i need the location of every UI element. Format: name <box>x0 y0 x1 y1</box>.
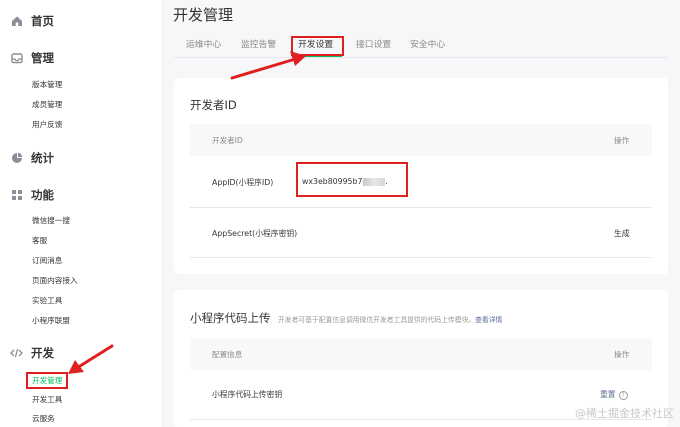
tab-security[interactable]: 安全中心 <box>410 37 445 53</box>
sidebar-item-service[interactable]: 客服 <box>32 236 47 246</box>
code-icon <box>10 347 23 360</box>
home-icon <box>10 15 23 28</box>
table-row-appid: AppID(小程序ID) wx3eb80995b7. <box>190 156 652 208</box>
sidebar-item-feedback[interactable]: 用户反馈 <box>32 120 62 130</box>
reset-key-action[interactable]: 重置? <box>600 389 628 400</box>
tab-monitor[interactable]: 监控告警 <box>241 37 276 53</box>
code-upload-desc: 开发者可基于配置信息调用微信开发者工具提供的代码上传模块。查看详情 <box>278 314 502 324</box>
reset-key-link[interactable]: 重置 <box>600 390 616 399</box>
sidebar-item-experiment[interactable]: 实验工具 <box>32 296 62 306</box>
developer-id-table-header: 开发者ID 操作 <box>190 124 652 156</box>
tab-ops[interactable]: 运维中心 <box>186 37 221 53</box>
code-upload-desc-text: 开发者可基于配置信息调用微信开发者工具提供的代码上传模块。 <box>278 316 476 324</box>
nav-stats[interactable]: 统计 <box>10 148 54 168</box>
nav-manage-label: 管理 <box>31 51 54 65</box>
nav-features[interactable]: 功能 <box>10 185 54 205</box>
nav-manage[interactable]: 管理 <box>10 48 54 68</box>
nav-features-label: 功能 <box>31 188 54 202</box>
watermark: @稀土掘金技术社区 <box>575 407 674 420</box>
upload-table-header: 配置信息 操作 <box>190 338 652 370</box>
nav-home-label: 首页 <box>31 14 54 28</box>
view-details-link[interactable]: 查看详情 <box>475 316 502 324</box>
sidebar: 首页 管理 版本管理 成员管理 用户反馈 统计 功能 微信搜一搜 客服 订阅消息… <box>0 0 163 427</box>
generate-secret-link[interactable]: 生成 <box>614 228 630 239</box>
tab-bar: 运维中心 监控告警 开发设置 接口设置 安全中心 <box>174 37 668 58</box>
sidebar-item-search[interactable]: 微信搜一搜 <box>32 216 70 226</box>
help-icon[interactable]: ? <box>618 390 628 400</box>
nav-dev[interactable]: 开发 <box>10 343 54 363</box>
tab-api-settings[interactable]: 接口设置 <box>356 37 391 53</box>
table-row-secret: AppSecret(小程序密钥) 生成 <box>190 208 652 258</box>
page-title: 开发管理 <box>173 6 234 24</box>
col-upload-action: 操作 <box>614 350 630 359</box>
sidebar-item-content[interactable]: 页面内容接入 <box>32 276 78 286</box>
col-developer-id: 开发者ID <box>212 136 243 145</box>
sidebar-item-version[interactable]: 版本管理 <box>32 80 62 90</box>
code-upload-title: 小程序代码上传 <box>190 311 271 325</box>
upload-key-label: 小程序代码上传密钥 <box>212 390 283 399</box>
nav-dev-label: 开发 <box>31 346 54 360</box>
annotation-box-appid <box>296 162 408 197</box>
developer-id-card: 开发者ID 开发者ID 操作 AppID(小程序ID) wx3eb80995b7… <box>174 78 668 274</box>
sidebar-item-alliance[interactable]: 小程序联盟 <box>32 316 70 326</box>
pie-chart-icon <box>10 152 23 165</box>
col-action: 操作 <box>614 136 630 145</box>
sidebar-item-cloud[interactable]: 云服务 <box>32 414 55 424</box>
annotation-box-sidebar <box>26 372 68 389</box>
annotation-box-tab <box>291 36 344 56</box>
col-config: 配置信息 <box>212 350 243 359</box>
developer-id-title: 开发者ID <box>190 98 237 112</box>
sidebar-item-subscribe[interactable]: 订阅消息 <box>32 256 62 266</box>
sidebar-item-members[interactable]: 成员管理 <box>32 100 62 110</box>
secret-label: AppSecret(小程序密钥) <box>212 229 298 238</box>
nav-home[interactable]: 首页 <box>10 11 54 31</box>
grid-icon <box>10 189 23 202</box>
nav-stats-label: 统计 <box>31 151 54 165</box>
appid-label: AppID(小程序ID) <box>212 178 274 187</box>
inbox-icon <box>10 52 23 65</box>
sidebar-item-dev-tools[interactable]: 开发工具 <box>32 395 62 405</box>
